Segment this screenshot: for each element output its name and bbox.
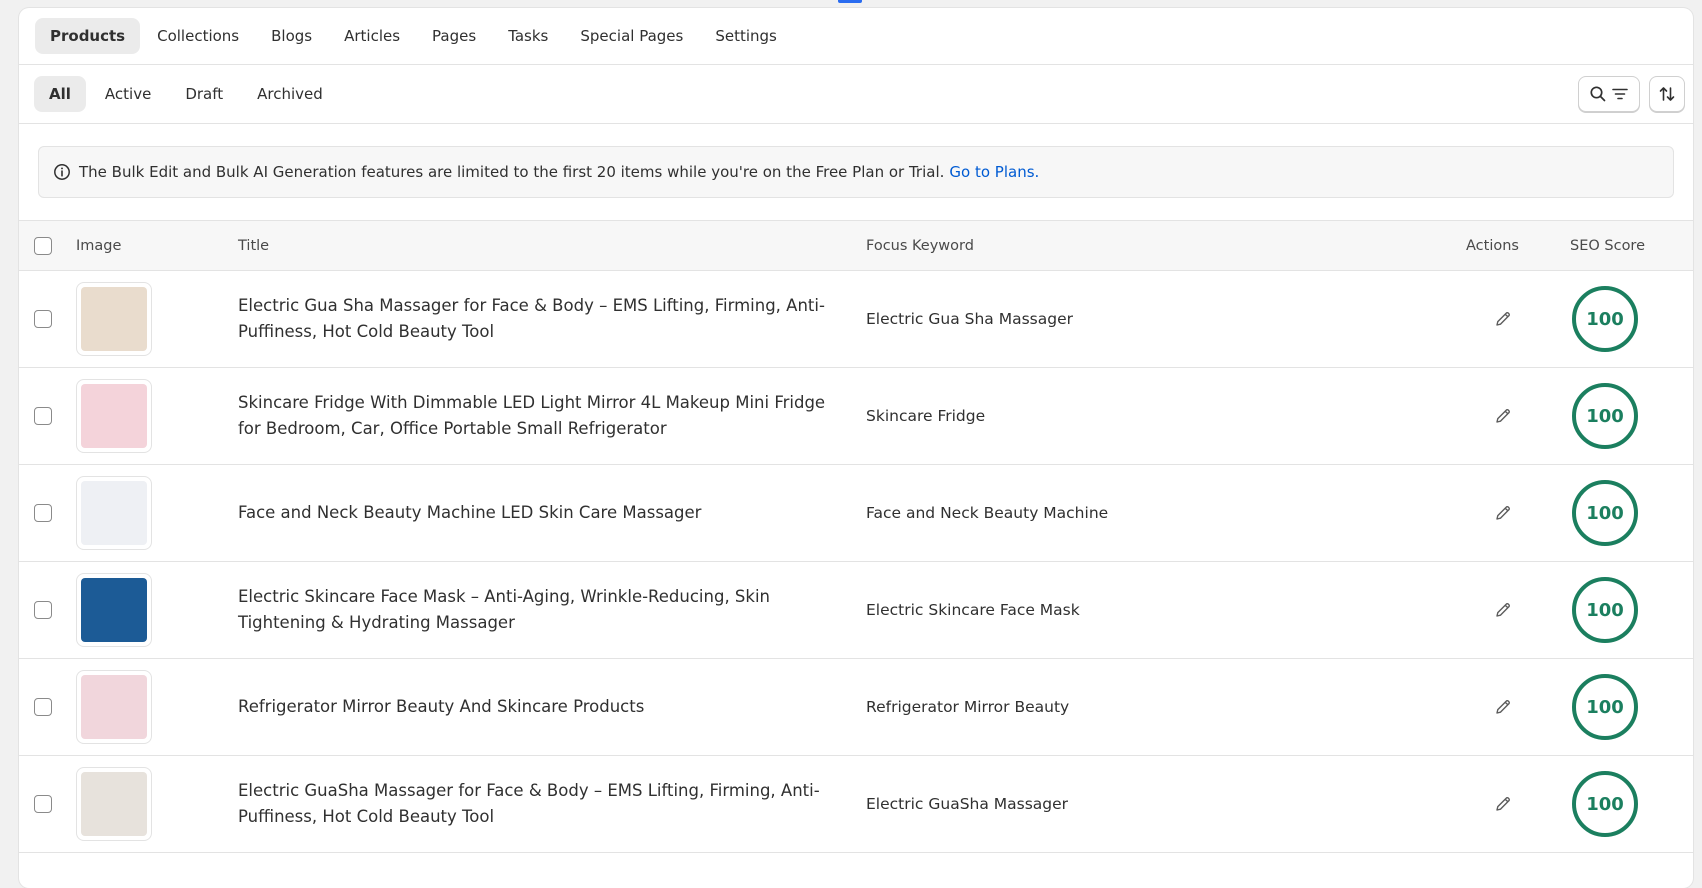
product-thumbnail (76, 767, 152, 841)
product-title[interactable]: Skincare Fridge With Dimmable LED Light … (238, 390, 848, 442)
tab-special-pages[interactable]: Special Pages (565, 18, 698, 54)
header-title: Title (238, 237, 270, 254)
table-row[interactable]: Electric Skincare Face Mask – Anti-Aging… (19, 562, 1693, 659)
header-image: Image (76, 237, 122, 254)
top-tabs: Products Collections Blogs Articles Page… (19, 8, 1693, 65)
table-actions (1578, 76, 1685, 112)
row-checkbox[interactable] (34, 795, 52, 813)
focus-keyword: Skincare Fridge (866, 407, 986, 425)
search-filter-button[interactable] (1578, 76, 1640, 112)
table-body: Electric Gua Sha Massager for Face & Bod… (19, 271, 1693, 853)
product-image (81, 384, 147, 448)
focus-keyword: Electric GuaSha Massager (866, 795, 1069, 813)
product-image (81, 287, 147, 351)
pencil-icon[interactable] (1493, 309, 1513, 329)
product-image (81, 578, 147, 642)
filter-tab-active[interactable]: Active (90, 76, 166, 112)
table-header: Image Title Focus Keyword Actions SEO Sc… (19, 221, 1693, 271)
seo-score-badge: 100 (1572, 286, 1638, 352)
product-thumbnail (76, 573, 152, 647)
tab-collections[interactable]: Collections (142, 18, 254, 54)
pencil-icon[interactable] (1493, 697, 1513, 717)
product-title[interactable]: Refrigerator Mirror Beauty And Skincare … (238, 694, 848, 720)
table-row[interactable]: Face and Neck Beauty Machine LED Skin Ca… (19, 465, 1693, 562)
header-actions: Actions (1466, 237, 1519, 254)
pencil-icon[interactable] (1493, 406, 1513, 426)
product-title[interactable]: Electric Gua Sha Massager for Face & Bod… (238, 293, 848, 345)
table-row[interactable]: Skincare Fridge With Dimmable LED Light … (19, 368, 1693, 465)
tab-tasks[interactable]: Tasks (493, 18, 563, 54)
tab-articles[interactable]: Articles (329, 18, 415, 54)
seo-score-badge: 100 (1572, 771, 1638, 837)
focus-keyword: Electric Gua Sha Massager (866, 310, 1073, 328)
products-card: Products Collections Blogs Articles Page… (19, 8, 1693, 888)
row-checkbox[interactable] (34, 504, 52, 522)
product-title[interactable]: Electric GuaSha Massager for Face & Body… (238, 778, 848, 830)
table-row[interactable]: Electric GuaSha Massager for Face & Body… (19, 756, 1693, 853)
product-image (81, 772, 147, 836)
tab-products[interactable]: Products (35, 18, 141, 54)
table-row[interactable]: Electric Gua Sha Massager for Face & Bod… (19, 271, 1693, 368)
search-icon (1590, 86, 1606, 102)
banner-area: The Bulk Edit and Bulk AI Generation fea… (19, 124, 1693, 221)
product-thumbnail (76, 379, 152, 453)
go-to-plans-link[interactable]: Go to Plans. (949, 163, 1039, 181)
banner-text: The Bulk Edit and Bulk AI Generation fea… (79, 163, 945, 181)
seo-score-badge: 100 (1572, 674, 1638, 740)
product-image (81, 675, 147, 739)
tab-pages[interactable]: Pages (417, 18, 491, 54)
filter-tab-draft[interactable]: Draft (170, 76, 238, 112)
tab-settings[interactable]: Settings (700, 18, 792, 54)
focus-keyword: Face and Neck Beauty Machine (866, 504, 1109, 522)
focus-keyword: Electric Skincare Face Mask (866, 601, 1080, 619)
free-plan-banner: The Bulk Edit and Bulk AI Generation fea… (38, 146, 1674, 198)
filter-icon (1612, 88, 1628, 100)
seo-score-badge: 100 (1572, 577, 1638, 643)
pencil-icon[interactable] (1493, 503, 1513, 523)
product-thumbnail (76, 476, 152, 550)
info-icon (53, 163, 71, 181)
select-all-checkbox[interactable] (34, 236, 52, 255)
top-scroll-marker (838, 0, 862, 3)
pencil-icon[interactable] (1493, 794, 1513, 814)
sort-button[interactable] (1649, 76, 1685, 112)
table-row[interactable]: Refrigerator Mirror Beauty And Skincare … (19, 659, 1693, 756)
product-thumbnail (76, 282, 152, 356)
sort-arrows-icon (1659, 87, 1675, 101)
filter-tab-archived[interactable]: Archived (242, 76, 338, 112)
tab-blogs[interactable]: Blogs (256, 18, 327, 54)
header-seo-score: SEO Score (1570, 237, 1645, 254)
product-title[interactable]: Electric Skincare Face Mask – Anti-Aging… (238, 584, 848, 636)
product-thumbnail (76, 670, 152, 744)
focus-keyword: Refrigerator Mirror Beauty (866, 698, 1070, 716)
row-checkbox[interactable] (34, 407, 52, 425)
header-focus-keyword: Focus Keyword (866, 237, 974, 254)
product-title[interactable]: Face and Neck Beauty Machine LED Skin Ca… (238, 500, 848, 526)
product-image (81, 481, 147, 545)
seo-score-badge: 100 (1572, 383, 1638, 449)
row-checkbox[interactable] (34, 601, 52, 619)
status-filter-bar: All Active Draft Archived (19, 65, 1693, 124)
seo-score-badge: 100 (1572, 480, 1638, 546)
pencil-icon[interactable] (1493, 600, 1513, 620)
filter-tab-all[interactable]: All (34, 76, 86, 112)
row-checkbox[interactable] (34, 698, 52, 716)
row-checkbox[interactable] (34, 310, 52, 328)
